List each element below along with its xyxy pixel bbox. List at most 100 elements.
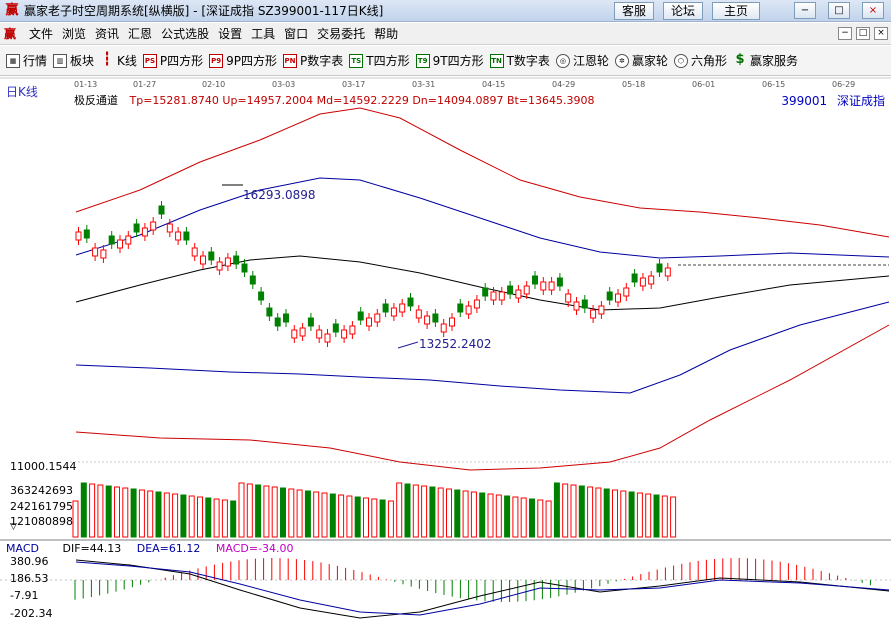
volume-bar <box>620 490 627 538</box>
date-tick: 05-18 <box>622 80 646 89</box>
candle-body <box>208 251 215 261</box>
volume-bar <box>238 482 245 538</box>
candle-body <box>615 293 621 303</box>
candle-body <box>241 263 248 273</box>
volume-bar <box>371 498 378 538</box>
candle-body <box>307 317 314 327</box>
volume-bar <box>595 487 602 538</box>
candle-body <box>523 285 530 295</box>
volume-bar <box>562 483 569 538</box>
dn-value: Dn=14094.0897 <box>412 94 504 107</box>
volume-bar <box>213 498 220 538</box>
up-value: Up=14957.2004 <box>222 94 314 107</box>
volume-bar <box>545 500 552 538</box>
volume-bar <box>338 494 345 538</box>
candle-body <box>349 325 356 335</box>
md-value: Md=14592.2229 <box>316 94 409 107</box>
date-tick: 04-15 <box>482 80 506 89</box>
volume-bar <box>288 488 295 538</box>
volume-bar <box>271 486 278 538</box>
indicator-name: 极反通道 <box>74 94 118 107</box>
candle-body <box>473 299 480 309</box>
volume-bar <box>454 489 461 538</box>
volume-bar <box>304 490 311 538</box>
volume-bar <box>670 496 677 538</box>
candle-body <box>407 297 414 307</box>
volume-bar <box>470 491 477 538</box>
volume-bar <box>661 495 668 538</box>
volume-bar <box>462 490 469 538</box>
volume-bar <box>363 497 369 538</box>
volume-bar <box>479 492 486 538</box>
candle-body <box>183 231 190 241</box>
volume-bar <box>246 483 253 538</box>
volume-bar <box>553 482 560 538</box>
stock-label: 399001 深证成指 <box>781 92 885 109</box>
candle-body <box>266 307 273 317</box>
volume-bar <box>321 492 328 538</box>
volume-bar <box>197 496 203 538</box>
macd-axis-label: -202.34 <box>10 607 53 620</box>
candle-body <box>548 281 555 291</box>
macd-axis-label: 186.53 <box>10 572 49 585</box>
candle-body <box>490 291 497 301</box>
candle-body <box>75 231 82 241</box>
volume-bar <box>520 497 527 538</box>
volume-bar <box>587 486 594 538</box>
volume-bar <box>387 500 394 538</box>
date-tick: 02-10 <box>202 80 226 89</box>
candle-body <box>399 303 406 313</box>
period-label[interactable]: 日K线 <box>6 83 38 100</box>
volume-bar <box>280 487 286 538</box>
volume-bar <box>155 491 162 538</box>
stock-code: 399001 <box>781 94 828 108</box>
center-line <box>75 255 890 311</box>
volume-bar <box>72 500 79 538</box>
volume-collapse-icon[interactable]: ▽ <box>10 522 17 532</box>
candle-body <box>440 323 447 333</box>
candle-body <box>274 317 281 327</box>
volume-bar <box>636 492 643 538</box>
volume-bar <box>653 494 660 538</box>
dif-value: DIF=44.13 <box>62 542 122 555</box>
candle-body <box>573 301 580 311</box>
candle-body <box>141 227 148 237</box>
candle-body <box>424 315 431 325</box>
date-tick: 06-29 <box>832 80 856 89</box>
stock-name: 深证成指 <box>836 94 885 108</box>
volume-bar <box>446 488 452 538</box>
date-tick: 04-29 <box>552 80 576 89</box>
candle-body <box>482 287 489 297</box>
low-annotation: 13252.2402 <box>419 337 492 351</box>
candle-body <box>366 317 372 327</box>
volume-bar <box>379 499 386 538</box>
candle-body <box>150 221 157 231</box>
candle-body <box>631 273 638 283</box>
candle-body <box>158 205 165 215</box>
candle-body <box>465 305 472 315</box>
candle-body <box>341 329 348 339</box>
candle-body <box>656 263 663 273</box>
volume-bar <box>354 496 361 538</box>
volume-bar <box>429 486 436 538</box>
candle-body <box>590 309 597 319</box>
macd-axis-label: 380.96 <box>10 555 49 568</box>
volume-axis-label: 242161795 <box>10 500 73 513</box>
candle-body <box>175 231 182 241</box>
app-window: 赢 赢家老子时空周期系统[纵横版] - [深证成指 SZ399001-117日K… <box>0 0 891 632</box>
volume-bar <box>396 482 403 538</box>
volume-bar <box>114 486 120 538</box>
candle-body <box>390 307 397 317</box>
candle-body <box>316 329 323 339</box>
volume-bar <box>404 483 411 538</box>
volume-axis-label: 363242693 <box>10 484 73 497</box>
volume-bar <box>180 494 187 538</box>
volume-bar <box>263 485 270 538</box>
volume-bar <box>122 487 129 538</box>
volume-bar <box>570 484 577 538</box>
high-annotation: 16293.0898 <box>243 188 316 202</box>
macd-axis-label: -7.91 <box>10 589 39 602</box>
candle-body <box>233 255 240 265</box>
volume-bar <box>313 491 320 538</box>
indicator-info: 极反通道 Tp=15281.8740 Up=14957.2004 Md=1459… <box>74 92 595 108</box>
